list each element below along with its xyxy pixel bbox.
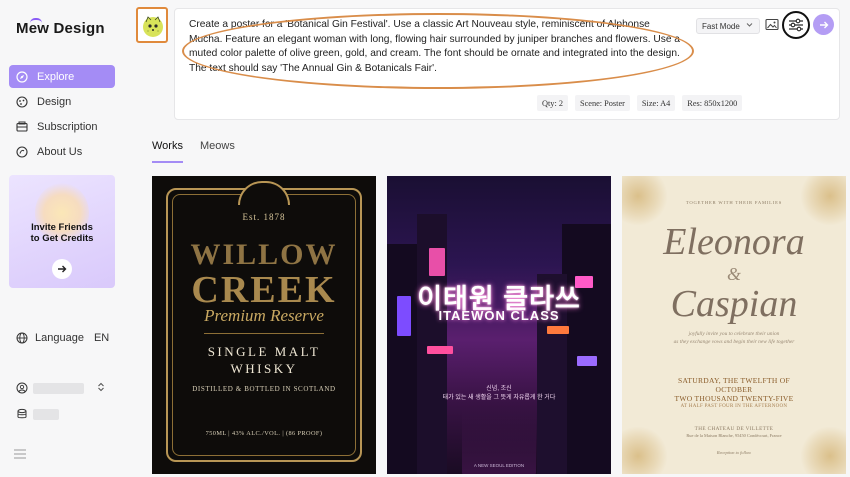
active-tab-indicator: [152, 161, 183, 163]
label-established: Est. 1878: [242, 212, 286, 222]
tagline-line-1: 신념, 조신: [486, 386, 512, 392]
invite-address: Rue de la Maison Blanche, 95450 Condécou…: [686, 433, 782, 438]
username-redacted: [33, 382, 84, 394]
globe-icon: [16, 332, 28, 344]
invite-message: joyfully invite you to celebrate their u…: [654, 330, 814, 346]
app-root: Mew Design Explore Design Subscription A…: [0, 0, 850, 477]
resolution-chip[interactable]: Res: 850x1200: [682, 95, 743, 111]
chevron-down-icon: [746, 21, 753, 30]
invite-reception: Reception to follow: [716, 450, 752, 455]
account-chevron-icon[interactable]: [97, 382, 105, 394]
mode-select-value: Fast Mode: [702, 21, 740, 31]
invite-date-line-1: SATURDAY, THE TWELFTH OF: [678, 376, 790, 385]
arrow-right-icon: [819, 21, 828, 28]
size-chip[interactable]: Size: A4: [636, 95, 676, 111]
tab-meows[interactable]: Meows: [200, 140, 235, 152]
scene-chip[interactable]: Scene: Poster: [574, 95, 630, 111]
gallery-card-wedding[interactable]: TOGETHER WITH THEIR FAMILIES Eleonora & …: [622, 176, 846, 474]
invite-date-line-3: TWO THOUSAND TWENTY-FIVE: [674, 394, 794, 403]
tab-works[interactable]: Works: [152, 140, 183, 152]
invite-promo-card[interactable]: Invite Friends to Get Credits: [9, 175, 115, 288]
sliders-icon: [789, 18, 803, 32]
prompt-textarea[interactable]: Create a poster for a 'Botanical Gin Fes…: [189, 18, 685, 77]
language-selector[interactable]: Language EN: [16, 332, 109, 344]
compass-icon: [16, 70, 28, 83]
label-subtitle: Premium Reserve: [204, 306, 324, 325]
sidebar-item-label: About Us: [37, 145, 83, 158]
neon-sign: [577, 356, 597, 366]
building-silhouette: [562, 224, 611, 474]
promo-text: Invite Friends to Get Credits: [9, 222, 115, 244]
app-logo[interactable]: Mew Design: [16, 20, 105, 37]
credits-row: [16, 408, 59, 420]
prompt-options: Qty: 2 Scene: Poster Size: A4 Res: 850x1…: [537, 95, 743, 111]
settings-button[interactable]: [782, 11, 810, 39]
invite-message-line-2: as they exchange vows and begin their ne…: [673, 339, 795, 345]
promo-line-2: to Get Credits: [30, 233, 94, 244]
sidebar-item-label: Design: [37, 95, 72, 108]
invite-header: TOGETHER WITH THEIR FAMILIES: [685, 200, 783, 205]
neon-sign: [427, 346, 453, 354]
invite-venue: THE CHATEAU DE VILLETTE: [694, 426, 774, 432]
label-whisky: WHISKY: [230, 361, 298, 376]
sidebar-item-about-us[interactable]: About Us: [9, 140, 115, 163]
neon-sign: [547, 326, 569, 334]
info-icon: [16, 145, 28, 158]
invite-message-line-1: joyfully invite you to celebrate their u…: [688, 331, 780, 337]
label-proof: 750ML | 43% ALC./VOL. | (86 PROOF): [205, 430, 323, 437]
poster-tagline: 신념, 조신 태가 있는 새 생활을 그 뜻게 자유롭게 한 거다: [387, 385, 611, 403]
credits-redacted: [33, 408, 59, 420]
label-title-willow: WILLOW: [190, 238, 338, 271]
invite-date-line-2: OCTOBER: [715, 385, 753, 394]
poster-title-english: ITAEWON CLASS: [438, 308, 560, 323]
prompt-panel: Create a poster for a 'Botanical Gin Fes…: [174, 8, 840, 120]
arrow-right-icon: [58, 265, 67, 273]
gallery-card-itaewon[interactable]: 이태원 클라쓰 ITAEWON CLASS 신념, 조신 태가 있는 새 생활을…: [387, 176, 611, 474]
sidebar-item-design[interactable]: Design: [9, 90, 115, 113]
frame-arch: [238, 181, 290, 205]
palette-icon: [16, 95, 28, 108]
poster-footer: A NEW SEOUL EDITION: [473, 463, 525, 468]
invite-name-2: Caspian: [670, 283, 798, 325]
sidebar-item-label: Subscription: [37, 120, 98, 133]
hamburger-menu-icon[interactable]: [14, 449, 26, 459]
card-icon: [16, 121, 28, 132]
neon-sign: [429, 248, 445, 276]
label-distilled: DISTILLED & BOTTLED IN SCOTLAND: [192, 385, 336, 393]
promo-line-1: Invite Friends: [31, 222, 93, 233]
mode-select[interactable]: Fast Mode: [696, 18, 760, 34]
generate-button[interactable]: [813, 14, 834, 35]
sidebar-item-subscription[interactable]: Subscription: [9, 115, 115, 138]
invite-time: AT HALF PAST FOUR IN THE AFTERNOON: [680, 404, 788, 409]
sidebar: Mew Design Explore Design Subscription A…: [0, 0, 128, 477]
cat-avatar-icon: [143, 16, 163, 37]
invite-name-1: Eleonora: [663, 221, 805, 263]
sidebar-item-label: Explore: [37, 70, 75, 83]
quantity-chip[interactable]: Qty: 2: [537, 95, 568, 111]
avatar-button[interactable]: [136, 7, 168, 43]
image-upload-icon[interactable]: [765, 18, 779, 31]
label-single-malt: SINGLE MALT: [207, 344, 321, 359]
gallery-card-whisky[interactable]: Est. 1878 WILLOW CREEK Premium Reserve S…: [152, 176, 376, 474]
user-account-row[interactable]: [16, 382, 84, 394]
invite-arrow-button[interactable]: [52, 259, 72, 279]
label-divider: [204, 333, 324, 334]
coins-icon: [17, 408, 27, 419]
language-label: Language: [35, 332, 84, 344]
language-code: EN: [93, 332, 110, 344]
user-icon: [16, 382, 28, 394]
sidebar-item-explore[interactable]: Explore: [9, 65, 115, 88]
tagline-line-2: 태가 있는 새 생활을 그 뜻게 자유롭게 한 거다: [442, 395, 556, 401]
